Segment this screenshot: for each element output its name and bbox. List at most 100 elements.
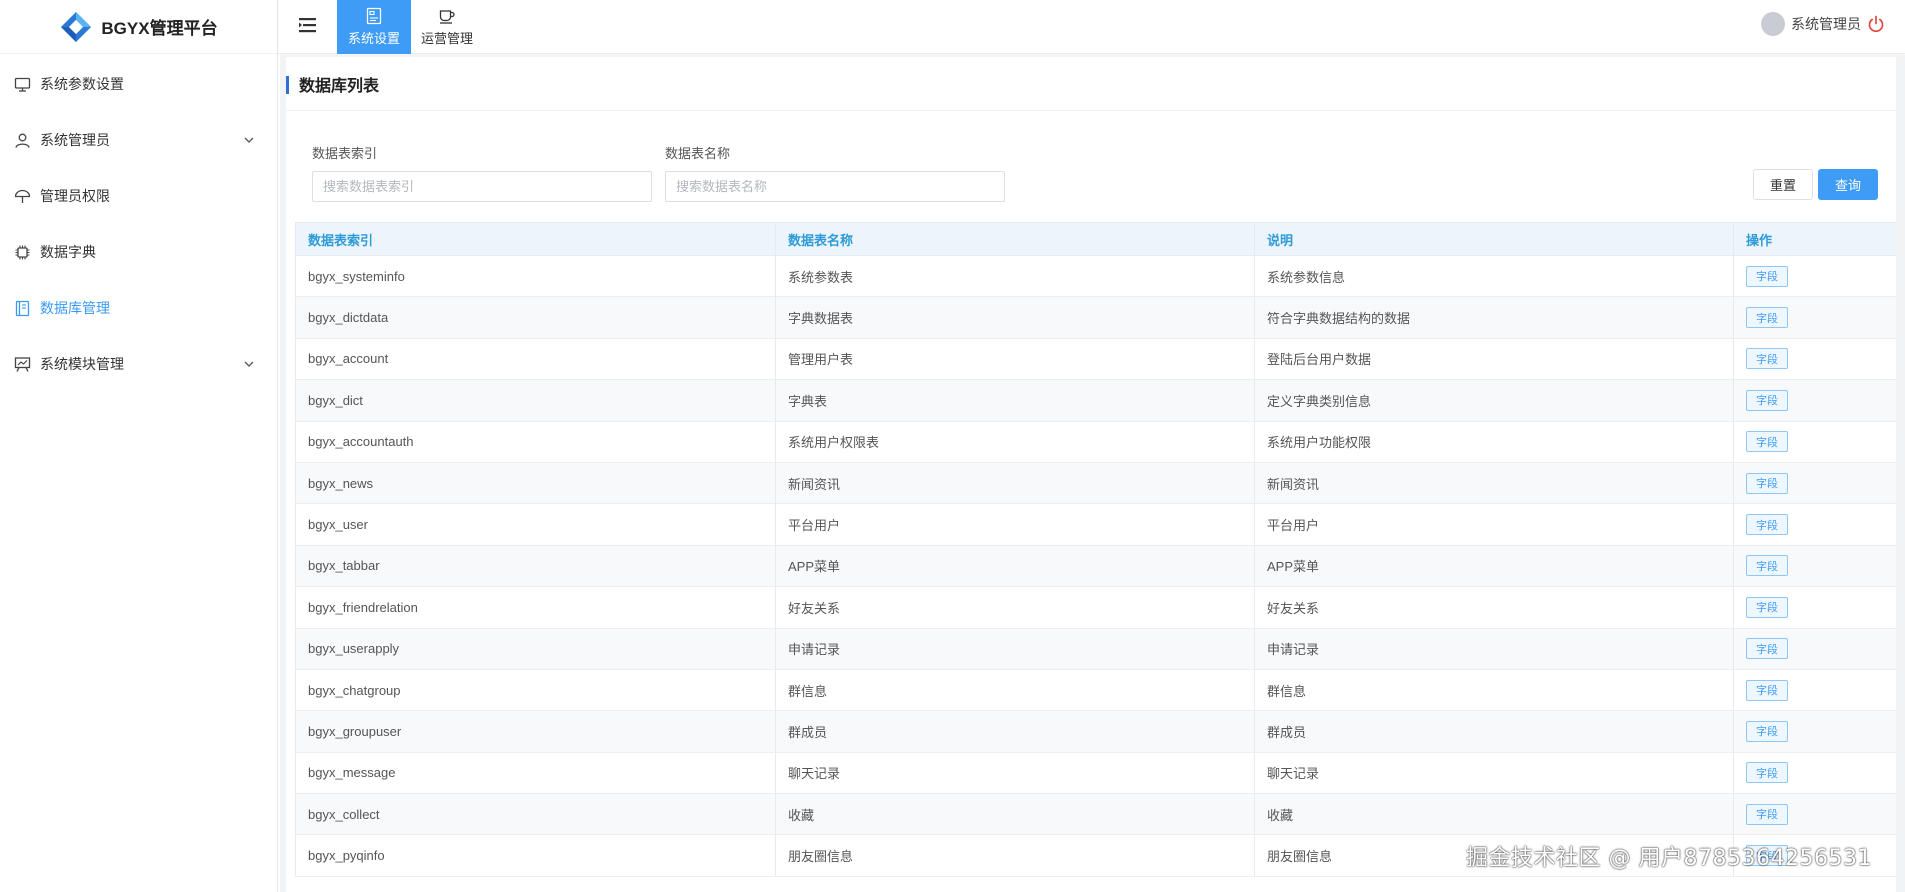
sidebar-item-label: 数据库管理 [40,300,110,316]
watermark: 掘金技术社区 @ 用户8785364256531 [1466,846,1872,871]
cell-index: bgyx_news [295,462,776,505]
table-body: bgyx_systeminfo 系统参数表 系统参数信息 字段 bgyx_dictdat… [295,255,1896,877]
sidebar-item-4[interactable]: 数据库管理 [0,280,277,336]
cell-index: bgyx_dict [295,379,776,422]
user-name[interactable]: 系统管理员 [1791,14,1861,34]
sidebar-item-1[interactable]: 系统管理员 [0,112,277,168]
sidebar-item-5[interactable]: 系统模块管理 [0,336,277,392]
logo-icon [61,11,92,42]
coffee-icon [438,7,456,25]
column-header-actions: 操作 [1733,222,1896,256]
sidebar: BGYX管理平台 系统参数设置 系统管理员管理员权限数据字典数据库管理系统模块管理 [0,0,278,892]
fields-button[interactable]: 字段 [1746,472,1788,494]
cell-index: bgyx_user [295,503,776,546]
index-filter-label: 数据表索引 [312,146,378,161]
filter-form: 数据表索引 数据表名称 [312,143,1878,203]
name-filter-label: 数据表名称 [665,146,731,161]
cell-name: 朋友圈信息 [775,834,1255,877]
sidebar-item-label: 系统模块管理 [40,356,124,372]
column-header-name[interactable]: 数据表名称 [775,222,1255,256]
name-filter: 数据表名称 [665,143,1005,202]
reset-button[interactable]: 重置 [1753,169,1813,200]
top-tab-0[interactable]: 系统设置 [337,0,411,54]
table-header-row: 数据表索引 数据表名称 说明 操作 [295,222,1896,256]
logo[interactable]: BGYX管理平台 [0,0,277,54]
database-panel: 数据库列表 数据表索引 数据表名称 重置 查询 数据表索引 [286,57,1896,892]
book-icon [14,300,31,317]
cell-name: 申请记录 [775,628,1255,670]
cell-index: bgyx_chatgroup [295,669,776,712]
cell-description: 平台用户 [1254,503,1734,546]
menu-toggle-icon[interactable] [298,16,318,34]
cell-actions: 字段 [1733,255,1896,298]
table-row: bgyx_userapply 申请记录 申请记录 字段 [295,628,1896,670]
index-search-input[interactable] [312,171,652,202]
query-button[interactable]: 查询 [1818,169,1878,200]
power-icon[interactable] [1867,15,1885,33]
fields-button[interactable]: 字段 [1746,389,1788,411]
sidebar-item-label: 系统参数设置 [40,76,124,92]
cell-description: 符合字典数据结构的数据 [1254,296,1734,339]
sidebar-item-3[interactable]: 数据字典 [0,224,277,280]
cell-actions: 字段 [1733,421,1896,463]
top-tab-label: 系统设置 [347,31,400,46]
cell-actions: 字段 [1733,586,1896,629]
cell-description: 收藏 [1254,793,1734,836]
main-content: 数据库列表 数据表索引 数据表名称 重置 查询 数据表索引 [280,55,1905,892]
database-table: 数据表索引 数据表名称 说明 操作 bgyx_systeminfo 系统参数表 系统… [295,222,1896,877]
avatar[interactable] [1761,12,1785,36]
fields-button[interactable]: 字段 [1746,720,1788,742]
sidebar-item-label: 数据字典 [40,244,96,260]
fields-button[interactable]: 字段 [1746,638,1788,660]
cell-description: 申请记录 [1254,628,1734,670]
fields-button[interactable]: 字段 [1746,555,1788,577]
cell-name: APP菜单 [775,545,1255,588]
fields-button[interactable]: 字段 [1746,431,1788,453]
table-row: bgyx_user 平台用户 平台用户 字段 [295,503,1896,546]
sidebar-item-2[interactable]: 管理员权限 [0,168,277,224]
fields-button[interactable]: 字段 [1746,514,1788,536]
cell-index: bgyx_pyqinfo [295,834,776,877]
cell-actions: 字段 [1733,379,1896,422]
cell-description: 登陆后台用户数据 [1254,338,1734,381]
cell-name: 系统参数表 [775,255,1255,298]
fields-button[interactable]: 字段 [1746,803,1788,825]
page-title: 数据库列表 [299,77,380,95]
column-header-index[interactable]: 数据表索引 [295,222,776,256]
cell-actions: 字段 [1733,503,1896,546]
sidebar-item-0[interactable]: 系统参数设置 [0,56,277,112]
cell-index: bgyx_message [295,752,776,795]
cell-name: 系统用户权限表 [775,421,1255,463]
cell-index: bgyx_groupuser [295,710,776,753]
cell-description: 系统用户功能权限 [1254,421,1734,463]
chevron-down-icon [244,361,254,367]
chevron-down-icon [244,137,254,143]
cell-description: 群成员 [1254,710,1734,753]
cell-description: 系统参数信息 [1254,255,1734,298]
fields-button[interactable]: 字段 [1746,348,1788,370]
user-menu[interactable]: 系统管理员 [1761,0,1885,48]
table-row: bgyx_account 管理用户表 登陆后台用户数据 字段 [295,338,1896,381]
fields-button[interactable]: 字段 [1746,596,1788,618]
sidebar-item-label: 管理员权限 [40,188,110,204]
cell-name: 聊天记录 [775,752,1255,795]
cell-name: 群信息 [775,669,1255,712]
cell-actions: 字段 [1733,710,1896,753]
column-header-description[interactable]: 说明 [1254,222,1734,256]
cell-name: 字典数据表 [775,296,1255,339]
table-row: bgyx_dictdata 字典数据表 符合字典数据结构的数据 字段 [295,296,1896,339]
sidebar-item-label: 系统管理员 [40,132,110,148]
top-tab-1[interactable]: 运营管理 [410,0,484,54]
presentation-icon [14,356,31,373]
fields-button[interactable]: 字段 [1746,265,1788,287]
cell-name: 收藏 [775,793,1255,836]
cell-name: 字典表 [775,379,1255,422]
fields-button[interactable]: 字段 [1746,762,1788,784]
fields-button[interactable]: 字段 [1746,307,1788,329]
table-row: bgyx_chatgroup 群信息 群信息 字段 [295,669,1896,712]
fields-button[interactable]: 字段 [1746,679,1788,701]
name-search-input[interactable] [665,171,1005,202]
table-row: bgyx_tabbar APP菜单 APP菜单 字段 [295,545,1896,588]
app-root: BGYX管理平台 系统参数设置 系统管理员 管理员权限 数据字典 数据库管理 系统模块管理… [0,0,1905,892]
umbrella-icon [14,188,31,205]
